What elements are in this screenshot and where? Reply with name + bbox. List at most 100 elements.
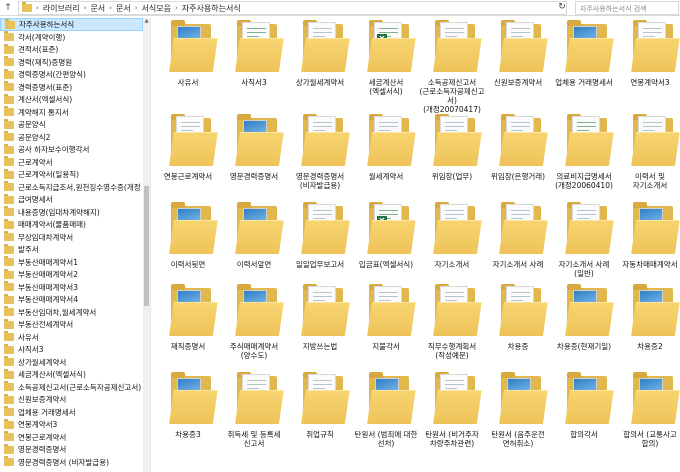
folder-item[interactable]: 차용증	[485, 282, 551, 364]
breadcrumb-current[interactable]: 자주사용하는서식	[179, 3, 244, 14]
folder-item-label: 지불각서	[372, 342, 400, 351]
tree-item[interactable]: 경력증명서(간편양식)	[0, 68, 143, 81]
tree-item[interactable]: 연봉근로계약서	[0, 431, 143, 444]
folder-item-label: 입금표(엑셀서식)	[358, 260, 414, 269]
tree-item[interactable]: 공사 하자보수이행각서	[0, 143, 143, 156]
folder-item[interactable]: 탄원서 (음주운전 면허취소)	[485, 370, 551, 452]
folder-photo-icon	[165, 370, 218, 428]
pane-divider[interactable]	[150, 18, 151, 472]
tree-item[interactable]: 발주서	[0, 243, 143, 256]
folder-item[interactable]: 취업규칙	[287, 370, 353, 452]
folder-item[interactable]: 재직증명서	[155, 282, 221, 364]
tree-item[interactable]: 공문양식2	[0, 131, 143, 144]
folder-item[interactable]: 취득세 및 등록세 신고서	[221, 370, 287, 452]
folder-item[interactable]: 소득공제신고서(근로소득자공제신고서)(개정20070417)	[419, 18, 485, 114]
refresh-icon[interactable]: ↻	[557, 2, 567, 13]
tree-item[interactable]: 자주사용하는서식	[0, 18, 143, 31]
tree-item[interactable]: 계산서(엑셀서식)	[0, 93, 143, 106]
folder-item[interactable]: 연봉계약서3	[617, 18, 680, 100]
tree-item[interactable]: 세금계산서(엑셀서식)	[0, 368, 143, 381]
tree-item[interactable]: 신원보증계약서	[0, 393, 143, 406]
folder-item[interactable]: 지방쓰는법	[287, 282, 353, 364]
search-input[interactable]: 자주사용하는서식 검색	[575, 1, 679, 15]
folder-item[interactable]: 영문경력증명서 (비자발급용)	[287, 112, 353, 194]
folder-item-label: 업체용 거래명세서	[555, 78, 613, 87]
tree-item[interactable]: 경력증명서(표준)	[0, 81, 143, 94]
folder-item[interactable]: 주식매매계약서(양수도)	[221, 282, 287, 364]
tree-item[interactable]: 부동산매매계약서1	[0, 256, 143, 269]
tree-item[interactable]: 사직서3	[0, 343, 143, 356]
tree-scrollbar[interactable]: ▲	[143, 18, 150, 472]
tree-item[interactable]: 부동산임대차,월세계약서	[0, 306, 143, 319]
tree-item[interactable]: 소득공제신고서(근로소득자공제신고서)	[0, 381, 143, 394]
folder-item[interactable]: 업체용 거래명세서	[551, 18, 617, 100]
folder-item[interactable]: 신원보증계약서	[485, 18, 551, 100]
tree-item[interactable]: 상가월세계약서	[0, 356, 143, 369]
folder-item[interactable]: 차용증(현재기일)	[551, 282, 617, 364]
tree-item[interactable]: 영문경력증명서 (비자발급용)	[0, 456, 143, 469]
folder-item[interactable]: 차용증3	[155, 370, 221, 452]
folder-item[interactable]: 사유서	[155, 18, 221, 100]
folder-item[interactable]: X 입금표(엑셀서식)	[353, 200, 419, 282]
folder-item[interactable]: 이력서뒷면	[155, 200, 221, 282]
breadcrumb-documents[interactable]: 문서	[87, 3, 108, 14]
tree-item[interactable]: 계약해지 통지서	[0, 106, 143, 119]
tree-item[interactable]: 연봉계약서3	[0, 418, 143, 431]
folder-item[interactable]: 영문경력증명서	[221, 112, 287, 194]
folder-item[interactable]: 합의서 (교통사고 합의)	[617, 370, 680, 452]
folder-item[interactable]: 위임장(은행거래)	[485, 112, 551, 194]
folder-photo-icon	[165, 18, 218, 76]
folder-item[interactable]: 지불각서	[353, 282, 419, 364]
folder-item[interactable]: 자기소개서 사례(일반)	[551, 200, 617, 282]
folder-item[interactable]: 사직서3	[221, 18, 287, 100]
folder-item[interactable]: 자기소개서	[419, 200, 485, 282]
tree-item[interactable]: 견적서(표준)	[0, 43, 143, 56]
tree-item[interactable]: 무상임대차계약서	[0, 231, 143, 244]
folder-item[interactable]: 자기소개서 사례	[485, 200, 551, 282]
tree-item[interactable]: 근로계약서(일용직)	[0, 168, 143, 181]
tree-item[interactable]: 영문경력증명서	[0, 443, 143, 456]
folder-item[interactable]: 직무수행계획서(작성예문)	[419, 282, 485, 364]
folder-item[interactable]: 일일업무보고서	[287, 200, 353, 282]
folder-item[interactable]: X 세금계산서(엑셀서식)	[353, 18, 419, 100]
folder-item[interactable]: 탄원서 (범죄에 대한 선처)	[353, 370, 419, 452]
folder-item[interactable]: 상가월세계약서	[287, 18, 353, 100]
breadcrumb-forms[interactable]: 서식모음	[139, 3, 174, 14]
tree-item-label: 연봉계약서3	[18, 420, 58, 429]
tree-item[interactable]: 부동산전세계약서	[0, 318, 143, 331]
back-icon[interactable]: ↑	[2, 2, 14, 14]
tree-item[interactable]: 내용증명(임대차계약해지)	[0, 206, 143, 219]
tree-item[interactable]: 사유서	[0, 331, 143, 344]
tree-item[interactable]: 공문양식	[0, 118, 143, 131]
scrollbar-thumb[interactable]	[144, 186, 149, 306]
folder-item[interactable]: 의료비지급명세서(개정20060410)	[551, 112, 617, 194]
folder-item[interactable]: 합의각서	[551, 370, 617, 452]
folder-item[interactable]: 차용증2	[617, 282, 680, 364]
tree-item[interactable]: 부동산매매계약서3	[0, 281, 143, 294]
tree-item[interactable]: 업체용 거래명세서	[0, 406, 143, 419]
breadcrumb-documents-2[interactable]: 문서	[113, 3, 134, 14]
folder-photo-icon	[627, 370, 680, 428]
tree-item[interactable]: 급여명세서	[0, 193, 143, 206]
tree-item[interactable]: 각서(계약이행)	[0, 31, 143, 44]
breadcrumb[interactable]: › 라이브러리 › 문서 › 문서 › 서식모음 › 자주사용하는서식	[18, 1, 567, 15]
folder-item[interactable]: 연봉근로계약서	[155, 112, 221, 194]
tree-item[interactable]: 부동산매매계약서4	[0, 293, 143, 306]
breadcrumb-library[interactable]: 라이브러리	[40, 3, 83, 14]
folder-item[interactable]: 이력서 및 자기소개서	[617, 112, 680, 194]
folder-icon	[4, 68, 14, 79]
folder-item[interactable]: 자동차매매계약서	[617, 200, 680, 282]
folder-item[interactable]: 이력서앞면	[221, 200, 287, 282]
tree-item[interactable]: 근로소득지급조서,원천징수영수증(개정	[0, 181, 143, 194]
tree-item[interactable]: 매매계약서(물품매매)	[0, 218, 143, 231]
tree-item[interactable]: 근로계약서	[0, 156, 143, 169]
folder-photo-icon	[561, 370, 614, 428]
tree-item[interactable]: 경력(재직)증명원	[0, 56, 143, 69]
scroll-up-icon[interactable]: ▲	[143, 18, 150, 25]
tree-item-label: 부동산매매계약서3	[18, 282, 78, 292]
folder-item[interactable]: 위임장(업무)	[419, 112, 485, 194]
folder-item[interactable]: 월세계약서	[353, 112, 419, 194]
folder-item[interactable]: 탄원서 (비거주자 차량주차관련)	[419, 370, 485, 452]
folder-icon	[4, 231, 14, 241]
tree-item[interactable]: 부동산매매계약서2	[0, 268, 143, 281]
